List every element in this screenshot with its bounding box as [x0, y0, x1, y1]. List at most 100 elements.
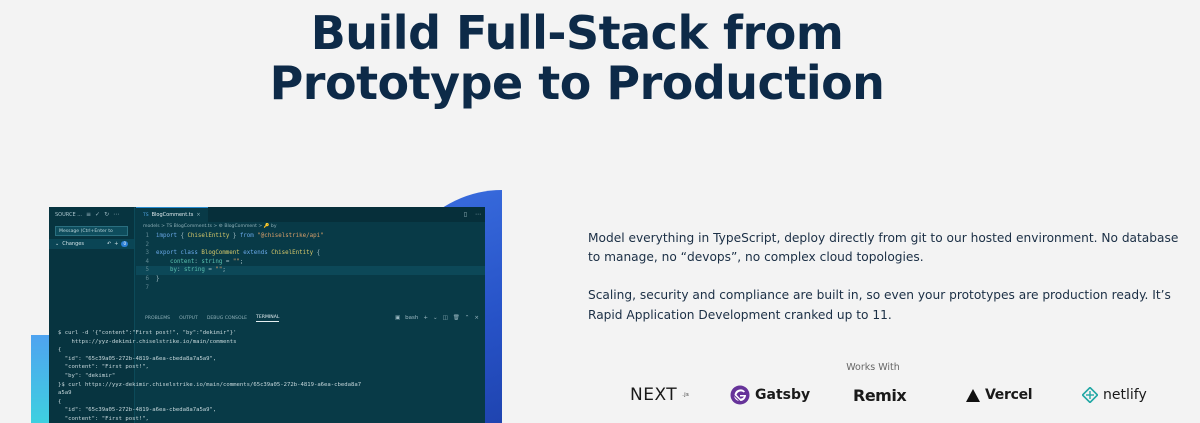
changes-count-badge: 0	[121, 241, 128, 247]
terminal-line: $ curl -d '{"content":"First post!", "by…	[58, 330, 237, 336]
code-token: export class	[156, 250, 202, 257]
split-editor-icon[interactable]: ▯	[460, 211, 471, 218]
new-terminal-icon[interactable]: +	[423, 315, 428, 321]
vercel-logo: Vercel	[966, 381, 1033, 409]
code-line[interactable]: 6}	[136, 275, 485, 284]
terminal-line: "content": "First post!",	[58, 364, 149, 371]
chevron-up-icon[interactable]: ⌃	[465, 315, 470, 321]
terminal-line: "id": "65c39a05-272b-4819-a6ea-cbeda8a7a…	[58, 355, 217, 362]
code-line[interactable]: 3 export class BlogComment extends Chisel…	[136, 249, 485, 258]
hero-title-line-1: Build Full-Stack from	[310, 6, 844, 60]
plus-icon[interactable]: +	[114, 241, 118, 247]
code-line[interactable]: 1 import { ChiselEntity } from "@chiselst…	[136, 232, 485, 241]
code-token: content	[156, 258, 195, 265]
netlify-icon	[1082, 387, 1098, 403]
tab-debug-console[interactable]: DEBUG CONSOLE	[207, 316, 247, 321]
terminal-line: {	[58, 347, 62, 354]
code-token: =	[222, 258, 233, 265]
vercel-triangle-icon	[966, 388, 980, 402]
terminal-shell-label[interactable]: bash	[405, 315, 418, 321]
code-line[interactable]: 5 by: string = "";	[136, 266, 485, 275]
code-token: {	[313, 250, 321, 257]
code-line[interactable]: 7	[136, 284, 485, 293]
code-block: 1 import { ChiselEntity } from "@chiselst…	[136, 232, 485, 292]
list-icon[interactable]: ≡	[86, 211, 91, 218]
close-icon[interactable]: ×	[196, 212, 200, 218]
code-token: by	[156, 267, 177, 274]
source-control-header: SOURCE ... ≡ ✓ ↻ ⋯	[49, 207, 134, 222]
terminal-icon: ▣	[394, 315, 401, 321]
tab-blogcomment[interactable]: TS BlogComment.ts ×	[136, 207, 208, 222]
changes-section[interactable]: ⌄ Changes ↶ + 0	[49, 239, 134, 249]
code-token: import	[156, 233, 177, 239]
code-line[interactable]: 2	[136, 241, 485, 250]
code-token: }	[229, 233, 240, 239]
chevron-down-icon[interactable]: ⌄	[433, 315, 438, 321]
code-token: ChiselEntity	[187, 233, 230, 239]
panel-tab-bar: PROBLEMS OUTPUT DEBUG CONSOLE TERMINAL ▣…	[136, 311, 485, 325]
undo-icon[interactable]: ↶	[107, 241, 111, 247]
code-line[interactable]: 4 content: string = "";	[136, 258, 485, 267]
breadcrumb[interactable]: models > TS BlogComment.ts > ⚙ BlogComme…	[136, 222, 485, 231]
description-paragraph-1: Model everything in TypeScript, deploy d…	[588, 231, 1179, 265]
chevron-down-icon: ⌄	[55, 241, 60, 247]
terminal-controls: ▣ bash + ⌄ ◫ 🗑 ⌃ ×	[395, 315, 485, 321]
terminal-line: {	[58, 398, 62, 405]
commit-message-input[interactable]: Message (Ctrl+Enter to	[55, 226, 128, 236]
more-icon[interactable]: ⋯	[113, 211, 119, 218]
gatsby-icon	[730, 385, 750, 405]
nextjs-suffix: .js	[682, 392, 690, 398]
remix-logo: Remix	[853, 381, 907, 409]
tab-output[interactable]: OUTPUT	[179, 316, 198, 321]
trash-icon[interactable]: 🗑	[453, 315, 460, 321]
remix-wordmark: Remix	[853, 385, 907, 405]
terminal-output[interactable]: $ curl -d '{"content":"First post!", "by…	[58, 329, 481, 423]
code-token: extends	[239, 250, 272, 257]
tab-terminal[interactable]: TERMINAL	[256, 315, 280, 322]
terminal-line: "by": "dekimir"	[58, 372, 116, 379]
code-token: string	[201, 258, 223, 265]
line-number: 3	[145, 250, 150, 257]
editor-tab-bar: TS BlogComment.ts × ▯ ⋯	[136, 207, 485, 222]
close-panel-icon[interactable]: ×	[474, 315, 479, 321]
code-token: ""	[215, 267, 223, 274]
nextjs-logo: NEXT .js	[630, 381, 689, 409]
code-token: "@chiselstrike/api"	[253, 233, 324, 239]
description-paragraph-2: Scaling, security and compliance are bui…	[588, 288, 1171, 322]
vercel-wordmark: Vercel	[985, 387, 1033, 403]
code-token: =	[204, 267, 216, 274]
terminal-line: https://yyz-dekimir.chiselstrike.io/main…	[58, 338, 237, 345]
hero-title: Build Full-Stack from Prototype to Produ…	[0, 8, 1154, 108]
hero-title-line-2: Prototype to Production	[269, 56, 885, 110]
nextjs-wordmark: NEXT	[630, 385, 678, 405]
code-token: {	[176, 233, 188, 239]
check-icon[interactable]: ✓	[95, 211, 100, 218]
code-token: ChiselEntity	[271, 250, 314, 257]
code-token: from	[239, 233, 254, 239]
netlify-logo: netlify	[1082, 381, 1147, 409]
split-terminal-icon[interactable]: ◫	[443, 315, 448, 321]
code-token: ;	[222, 267, 226, 274]
code-token: string	[183, 267, 205, 274]
integration-logos: NEXT .js Gatsby Remix Vercel netlify	[626, 381, 1166, 409]
line-number: 5	[145, 267, 150, 274]
line-number: 2	[145, 241, 150, 248]
code-token: :	[194, 258, 202, 265]
line-number: 7	[145, 284, 150, 291]
terminal-line: "id": "65c39a05-272b-4819-a6ea-cbeda8a7a…	[58, 407, 217, 414]
code-editor-screenshot: SOURCE ... ≡ ✓ ↻ ⋯ Message (Ctrl+Enter t…	[49, 207, 485, 423]
changes-label: Changes	[62, 241, 84, 247]
netlify-wordmark: netlify	[1103, 387, 1147, 403]
tab-problems[interactable]: PROBLEMS	[145, 316, 170, 321]
terminal-line: }$ curl https://yyz-dekimir.chiselstrike…	[58, 381, 362, 388]
source-control-title: SOURCE ...	[55, 211, 83, 218]
refresh-icon[interactable]: ↻	[104, 211, 109, 218]
tab-label: BlogComment.ts	[151, 212, 194, 218]
line-number: 4	[145, 258, 150, 265]
code-token: BlogComment	[201, 250, 240, 257]
typescript-file-icon: TS	[143, 212, 149, 218]
line-number: 1	[145, 233, 150, 239]
gatsby-wordmark: Gatsby	[755, 387, 811, 403]
more-actions-icon[interactable]: ⋯	[471, 211, 485, 218]
terminal-line: "content": "First post!",	[58, 415, 149, 422]
